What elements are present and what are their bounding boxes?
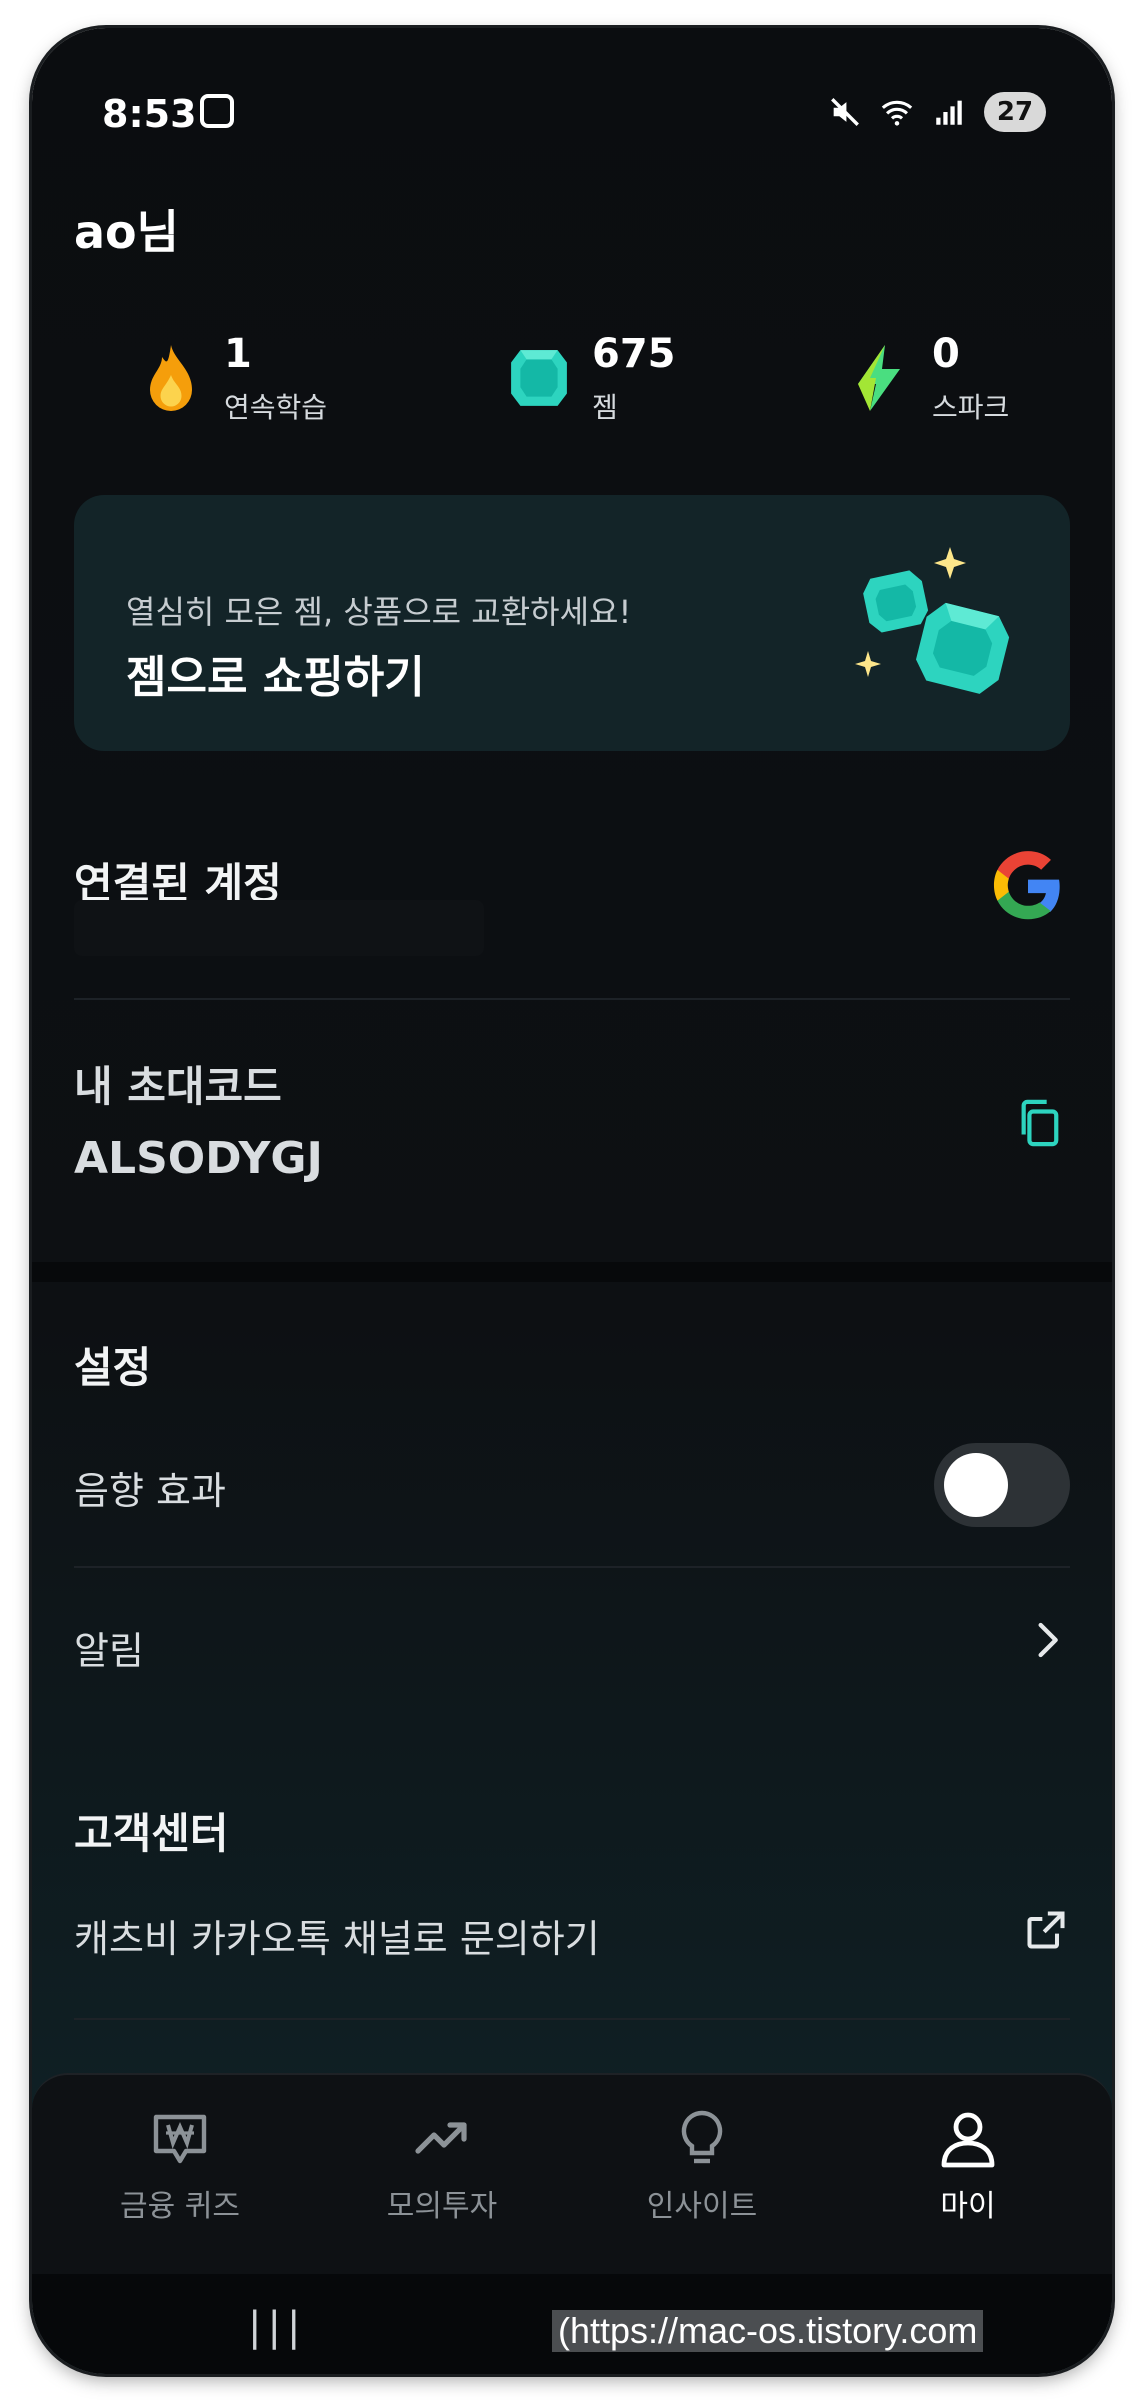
divider	[74, 1566, 1070, 1568]
nav-label: 금융 퀴즈	[120, 2189, 240, 2224]
phone-screen: 8:53 27 ao님 1 연속학습 675 젬 0 스파크 열심히 모은 젬,…	[32, 28, 1112, 2374]
status-bar: 8:53 27	[32, 28, 1112, 148]
spark-icon	[858, 345, 900, 411]
bottom-navigation: 금융 퀴즈 모의투자 인사이트 마이	[32, 2073, 1112, 2275]
invite-code-label: 내 초대코드	[74, 1062, 282, 1111]
nav-label: 모의투자	[386, 2189, 498, 2224]
wifi-icon	[881, 100, 913, 126]
external-link-icon[interactable]	[1024, 1908, 1068, 1952]
streak-stat[interactable]: 1 연속학습	[140, 328, 327, 426]
gem-shop-card[interactable]: 열심히 모은 젬, 상품으로 교환하세요! 젬으로 쇼핑하기	[74, 495, 1070, 751]
streak-value: 1	[224, 331, 252, 377]
watermark: (https://mac-os.tistory.com	[552, 2310, 984, 2352]
nav-label: 마이	[940, 2189, 996, 2224]
notification-label[interactable]: 알림	[74, 1620, 144, 1675]
invite-code-value: ALSODYGJ	[74, 1133, 323, 1184]
signal-icon	[936, 100, 962, 125]
person-icon	[941, 2112, 995, 2168]
gem-icon	[511, 350, 567, 406]
nav-insight[interactable]: 인사이트	[602, 2107, 802, 2225]
divider	[74, 998, 1070, 1000]
mute-icon	[831, 98, 859, 126]
promo-subtitle: 열심히 모은 젬, 상품으로 교환하세요!	[126, 593, 632, 631]
section-separator	[32, 1262, 1112, 1282]
screen-capture-icon	[200, 94, 234, 128]
kakao-inquiry-label[interactable]: 캐츠비 카카오톡 채널로 문의하기	[74, 1908, 600, 1963]
spark-label: 스파크	[932, 391, 1010, 424]
streak-label: 연속학습	[224, 391, 328, 424]
support-title: 고객센터	[74, 1809, 229, 1858]
nav-finance-quiz[interactable]: 금융 퀴즈	[80, 2107, 280, 2225]
account-email-masked	[74, 900, 484, 956]
fire-icon	[150, 345, 192, 411]
settings-title: 설정	[74, 1343, 152, 1392]
user-greeting: ao님	[74, 205, 179, 259]
nav-my[interactable]: 마이	[868, 2107, 1068, 2225]
sound-effect-label: 음향 효과	[74, 1469, 226, 1513]
nav-mock-investment[interactable]: 모의투자	[342, 2107, 542, 2225]
recents-button[interactable]: |||	[248, 2304, 306, 2350]
spark-stat[interactable]: 0 스파크	[848, 328, 1009, 426]
promo-title: 젬으로 쇼핑하기	[126, 652, 425, 703]
status-icons: 27	[828, 92, 1046, 132]
spark-value: 0	[932, 331, 960, 377]
google-icon	[993, 851, 1060, 920]
gem-label: 젬	[592, 391, 618, 424]
gems-illustration	[855, 547, 1010, 694]
won-chat-icon	[153, 2114, 207, 2164]
lightbulb-icon	[681, 2110, 723, 2164]
gem-stat[interactable]: 675 젬	[508, 328, 676, 426]
status-time: 8:53	[102, 92, 197, 136]
trend-up-icon	[415, 2122, 467, 2154]
sound-effect-toggle[interactable]	[934, 1443, 1070, 1527]
battery-indicator: 27	[984, 92, 1046, 132]
chevron-right-icon[interactable]	[1034, 1620, 1064, 1660]
toggle-knob	[944, 1453, 1008, 1517]
gem-value: 675	[592, 331, 676, 377]
nav-label: 인사이트	[646, 2189, 758, 2224]
copy-icon[interactable]	[1016, 1098, 1062, 1148]
divider	[74, 2018, 1070, 2020]
